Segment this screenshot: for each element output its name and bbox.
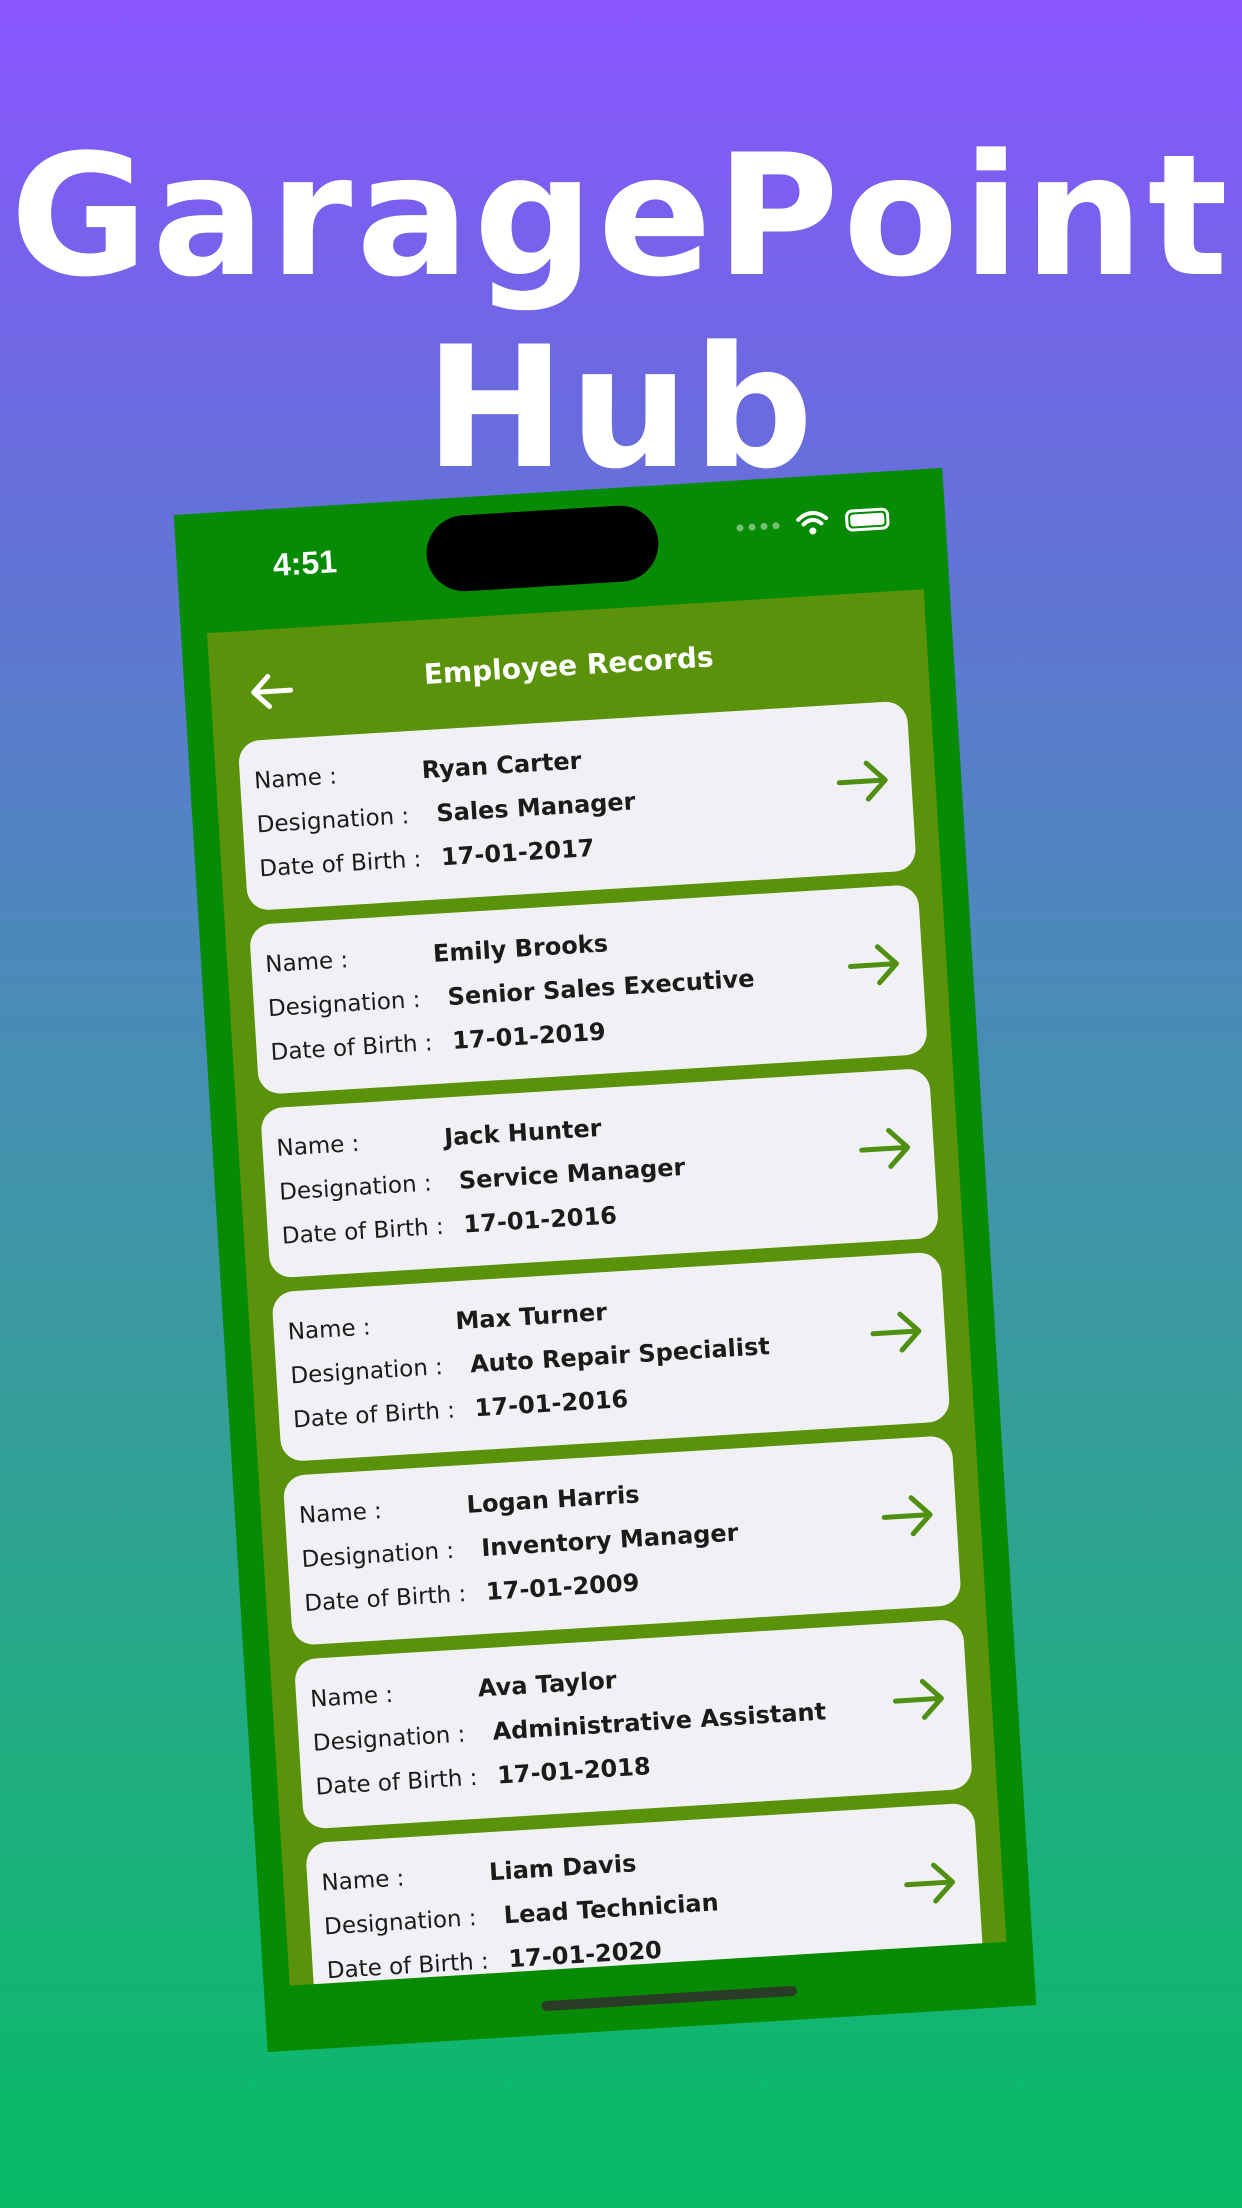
- employee-list: Name : Ryan Carter Designation : Sales Mana…: [237, 700, 985, 1986]
- employee-name: Ryan Carter: [420, 746, 583, 785]
- employee-name: Ava Taylor: [477, 1666, 618, 1703]
- status-time: 4:51: [271, 543, 338, 583]
- name-label: Name :: [309, 1681, 394, 1713]
- page-title: Employee Records: [422, 640, 715, 691]
- employee-name: Emily Brooks: [432, 929, 609, 968]
- name-label: Name :: [320, 1865, 406, 1897]
- arrow-right-icon[interactable]: [856, 1124, 915, 1173]
- arrow-right-icon[interactable]: [834, 757, 893, 806]
- employee-name: Jack Hunter: [443, 1113, 603, 1152]
- employee-card[interactable]: Name : Jack Hunter Designation : Service Ma…: [260, 1067, 940, 1279]
- name-label: Name :: [287, 1314, 372, 1346]
- dynamic-island: [424, 503, 661, 594]
- promo-headline: GaragePoint Hub: [0, 120, 1242, 504]
- headline-line-2: Hub: [424, 310, 818, 506]
- home-indicator[interactable]: [541, 1985, 798, 2012]
- arrow-right-icon[interactable]: [890, 1675, 949, 1724]
- signal-icon: [736, 521, 780, 532]
- status-icons: [736, 505, 890, 540]
- employee-card[interactable]: Name : Liam Davis Designation : Lead Techni…: [305, 1802, 985, 1986]
- arrow-right-icon[interactable]: [879, 1491, 938, 1540]
- employee-card[interactable]: Name : Logan Harris Designation : Inventory…: [282, 1435, 962, 1646]
- employee-name: Liam Davis: [488, 1849, 638, 1887]
- name-label: Name :: [264, 947, 349, 979]
- employee-card[interactable]: Name : Emily Brooks Designation : Senior Sa…: [248, 884, 929, 1095]
- app-screen: Employee Records Name : Ryan Carter Design…: [206, 589, 1007, 1986]
- employee-name: Max Turner: [454, 1298, 608, 1336]
- phone-frame: 4:51 Employee Records Name : Ryan Carter D…: [173, 467, 1037, 2053]
- arrow-right-icon[interactable]: [901, 1859, 960, 1908]
- employee-card[interactable]: Name : Max Turner Designation : Auto Repair…: [271, 1251, 951, 1463]
- headline-line-1: GaragePoint: [10, 118, 1232, 314]
- name-label: Name :: [298, 1498, 383, 1530]
- arrow-right-icon[interactable]: [845, 940, 904, 989]
- arrow-right-icon[interactable]: [868, 1308, 927, 1357]
- employee-card[interactable]: Name : Ava Taylor Designation : Administrat…: [293, 1618, 973, 1830]
- employee-name: Logan Harris: [465, 1480, 641, 1519]
- name-label: Name :: [253, 763, 338, 795]
- name-label: Name :: [275, 1130, 361, 1162]
- battery-icon: [844, 507, 890, 532]
- wifi-icon: [796, 510, 829, 535]
